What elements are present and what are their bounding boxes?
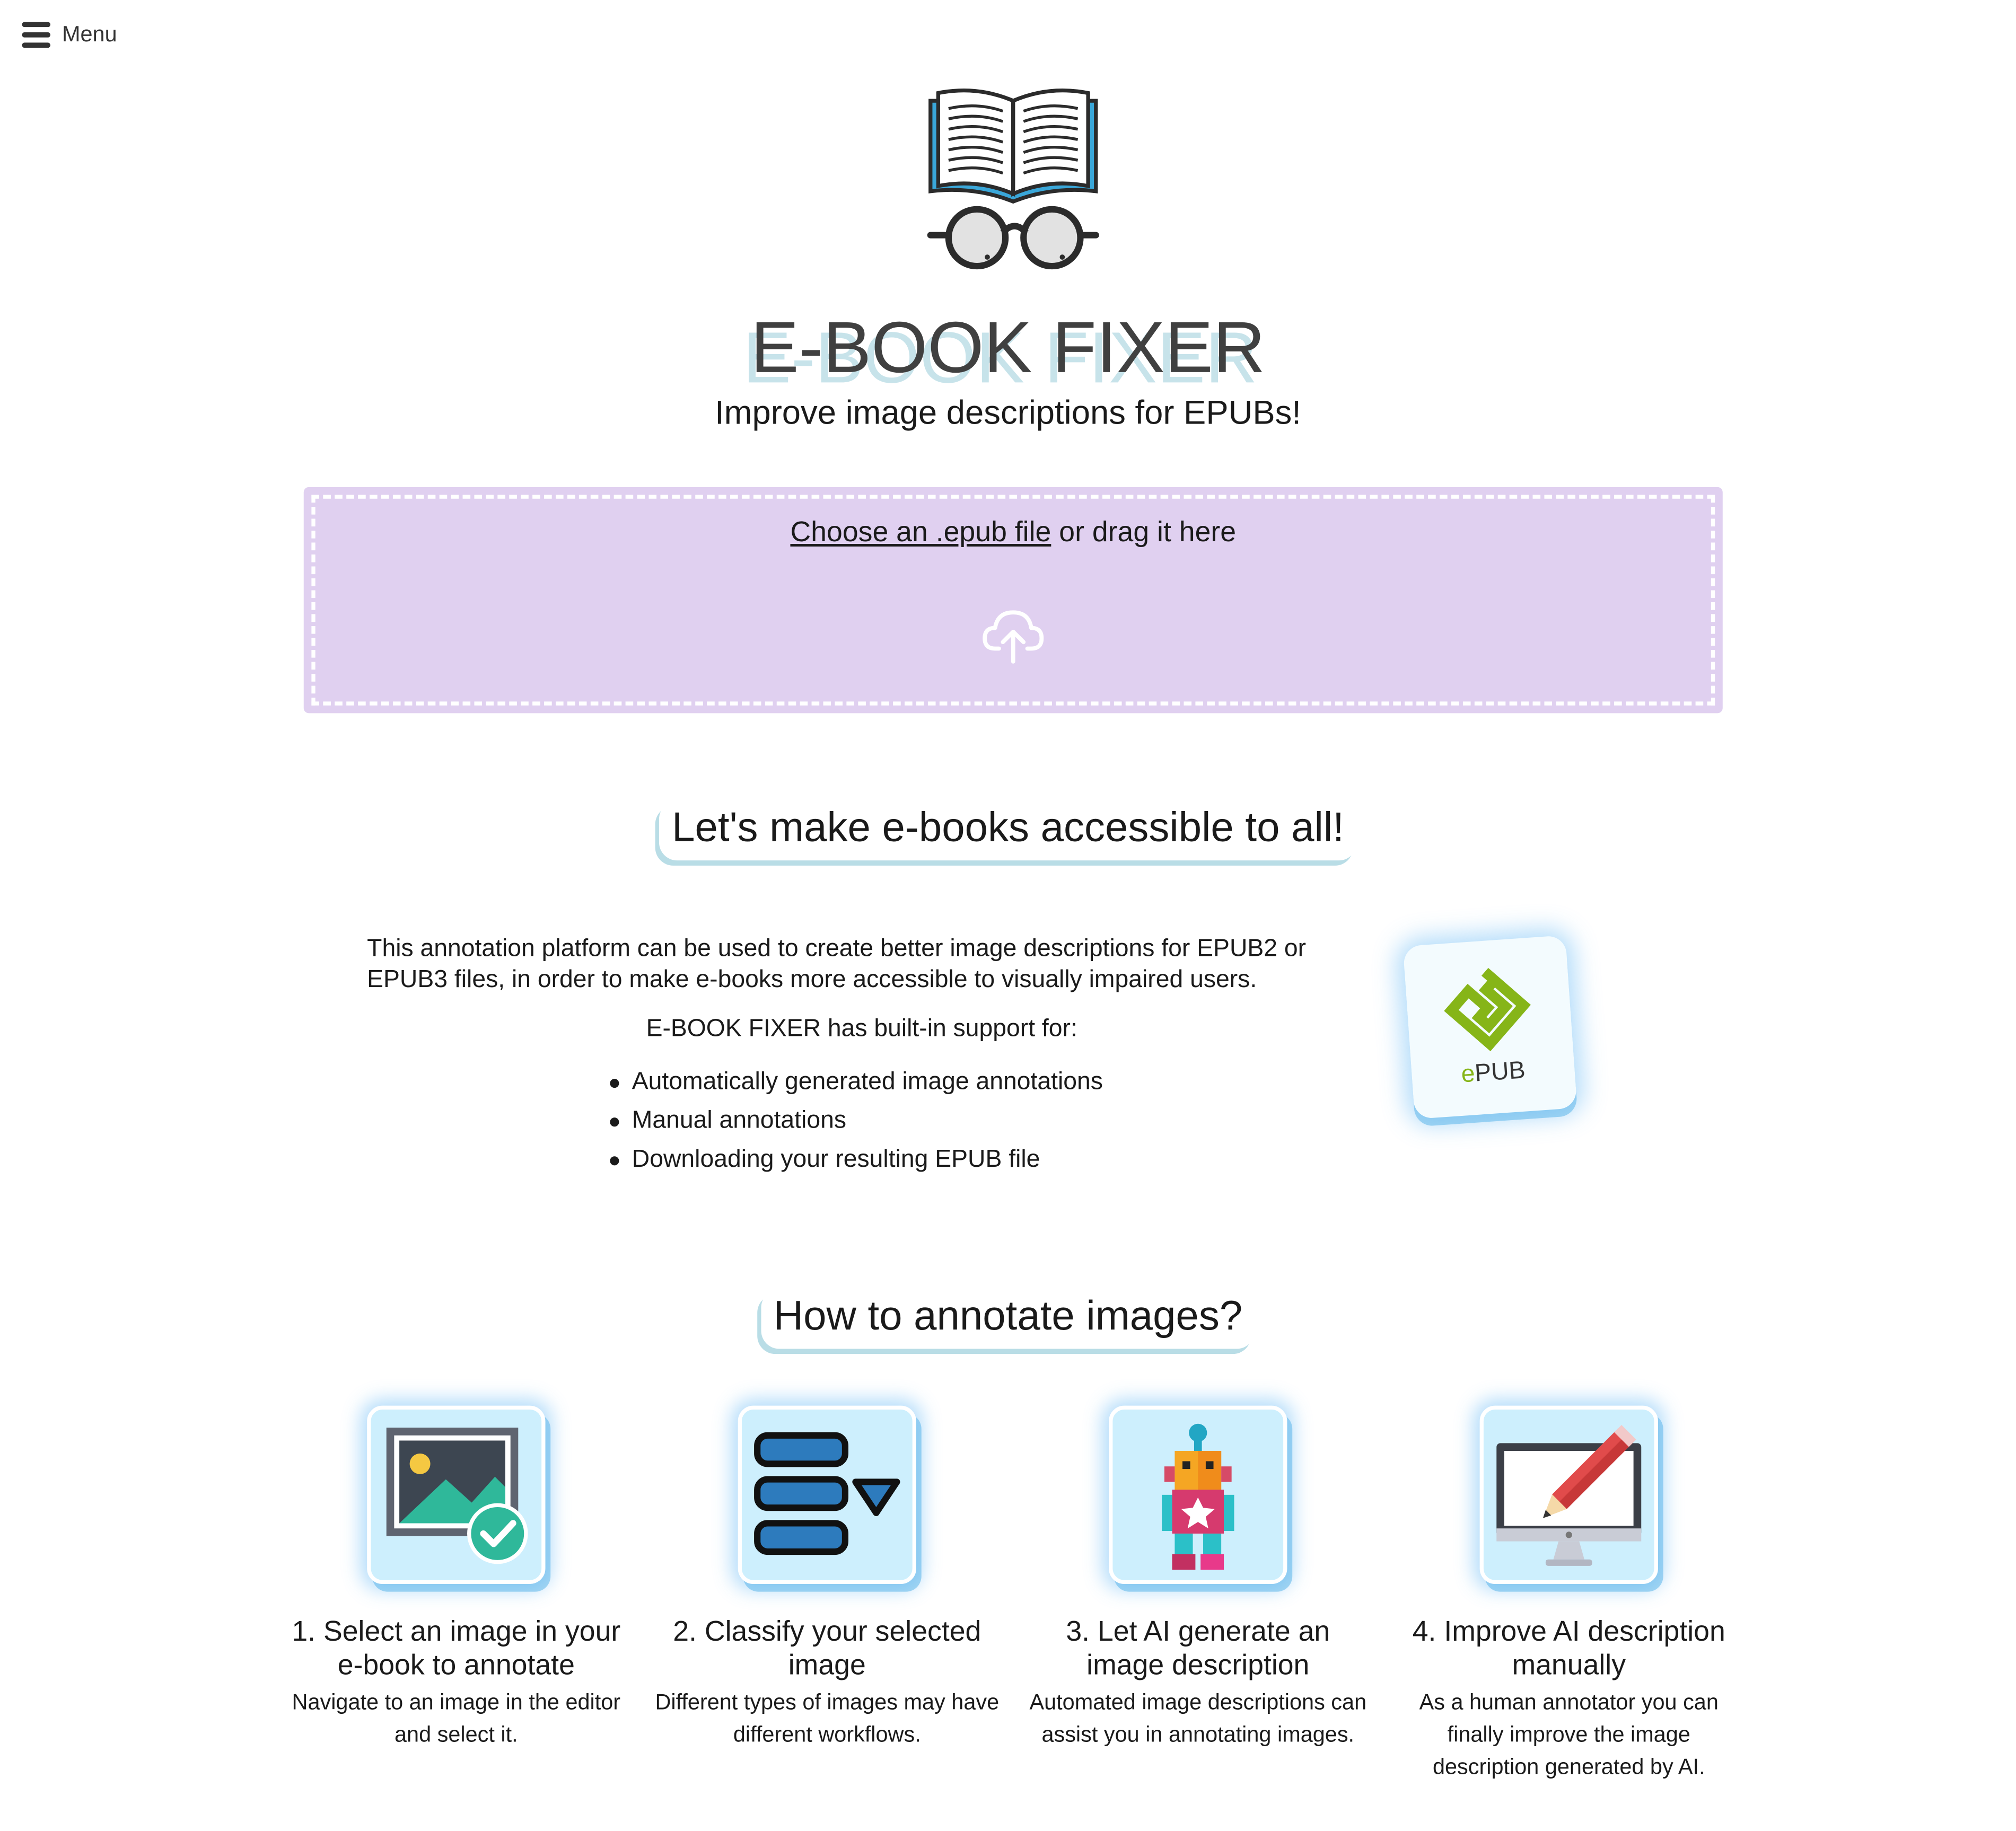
robot-icon (1109, 1405, 1287, 1584)
bullet-icon (610, 1079, 619, 1088)
menu-label: Menu (62, 22, 117, 47)
epub-badge: ePUB (1403, 935, 1577, 1120)
about-heading-row: Let's make e-books accessible to all! (0, 801, 2016, 860)
page: Menu E-BOOK FIXER E-BOOK FIXER Improve i… (0, 0, 2016, 1831)
drag-hint: or drag it here (1051, 515, 1237, 548)
epub-dropzone[interactable]: Choose an .epub file or drag it here (303, 487, 1723, 714)
feature-list: Automatically generated image annotation… (607, 1066, 1103, 1182)
feature-item: Manual annotations (607, 1105, 1102, 1143)
step-title: 2. Classify your selected image (673, 1615, 981, 1681)
epub-wordmark-prefix: e (1460, 1060, 1476, 1089)
epub-wordmark: ePUB (1411, 1054, 1575, 1094)
bullet-icon (610, 1117, 619, 1127)
book-with-glasses-logo (927, 88, 1099, 270)
feature-item: Automatically generated image annotation… (607, 1066, 1103, 1105)
step-title: 4. Improve AI description manually (1412, 1615, 1725, 1681)
menu-button[interactable]: Menu (22, 21, 117, 49)
hamburger-icon (22, 21, 51, 49)
howto-heading: How to annotate images? (760, 1289, 1255, 1349)
site-title: E-BOOK FIXER (750, 306, 1266, 388)
step-description: Different types of images may have diffe… (655, 1689, 1000, 1747)
feature-item: Downloading your resulting EPUB file (607, 1143, 1102, 1182)
step-description: As a human annotator you can finally imp… (1419, 1689, 1719, 1780)
cloud-upload-icon[interactable] (982, 605, 1044, 664)
bullet-icon (610, 1156, 619, 1166)
step-description: Automated image descriptions can assist … (1029, 1689, 1367, 1747)
about-paragraph: This annotation platform can be used to … (367, 935, 1307, 994)
step-card-4: 4. Improve AI description manually As a … (1395, 1405, 1743, 1783)
howto-heading-row: How to annotate images? (0, 1289, 2016, 1349)
monitor-pencil-icon (1479, 1405, 1658, 1584)
step-title: 3. Let AI generate an image description (1066, 1615, 1330, 1681)
dropzone-text: Choose an .epub file or drag it here (304, 515, 1723, 549)
choose-file-link[interactable]: Choose an .epub file (790, 515, 1051, 548)
epub-wordmark-suffix: PUB (1474, 1057, 1527, 1088)
site-title-block: E-BOOK FIXER E-BOOK FIXER (0, 305, 2016, 398)
feature-text: Manual annotations (632, 1107, 846, 1134)
step-title: 1. Select an image in your e-book to ann… (292, 1615, 621, 1681)
classify-list-icon (738, 1405, 916, 1584)
feature-text: Automatically generated image annotation… (632, 1068, 1103, 1096)
site-subtitle: Improve image descriptions for EPUBs! (715, 392, 1301, 432)
about-heading: Let's make e-books accessible to all! (659, 801, 1357, 860)
step-card-2: 2. Classify your selected image Differen… (653, 1405, 1002, 1751)
step-card-3: 3. Let AI generate an image description … (1023, 1405, 1372, 1751)
support-intro: E-BOOK FIXER has built-in support for: (646, 1015, 1077, 1043)
image-check-icon (367, 1405, 546, 1584)
epub-logo-icon (1444, 967, 1531, 1052)
feature-text: Downloading your resulting EPUB file (632, 1146, 1040, 1173)
step-card-1: 1. Select an image in your e-book to ann… (282, 1405, 630, 1751)
step-description: Navigate to an image in the editor and s… (292, 1689, 621, 1747)
